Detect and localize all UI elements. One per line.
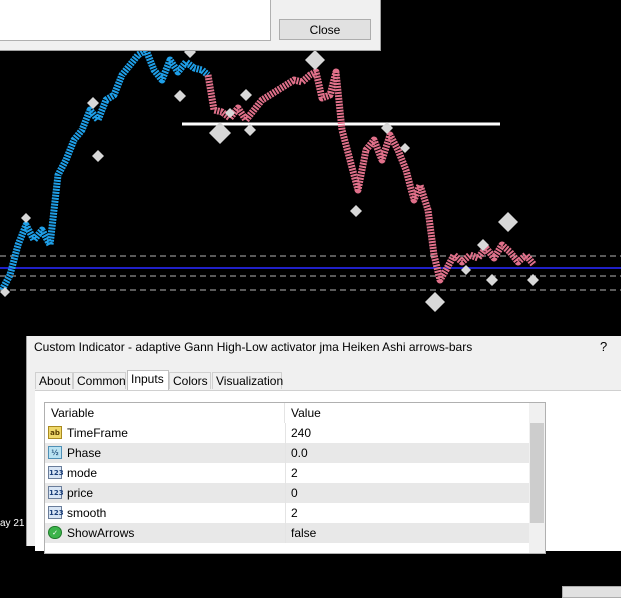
grid-scrollbar[interactable] [529,403,545,553]
arrow-marker-icon [244,124,256,136]
arrow-marker-icon [461,265,471,275]
parameter-name: price [67,486,94,500]
tab-visualization[interactable]: Visualization [212,372,283,389]
column-header-variable[interactable]: Variable [45,403,285,423]
inputs-grid: Variable Value ab TimeFrame 240 ½ Phase 0.0 12… [44,402,546,554]
parameter-row[interactable]: ½ Phase 0.0 [45,443,530,463]
help-button[interactable]: ? [600,339,607,354]
side-button[interactable] [562,586,621,598]
parameter-name: mode [67,466,98,480]
integer-type-icon: 123 [48,486,64,499]
date-axis-label: ay 21 [0,518,27,529]
arrow-marker-icon [527,274,539,286]
column-separator [285,503,286,523]
column-header-value[interactable]: Value [285,403,545,423]
arrow-marker-icon [400,143,410,153]
inputs-panel: Variable Value ab TimeFrame 240 ½ Phase 0.0 12… [35,390,621,598]
arrow-marker-icon [174,90,186,102]
top-dialog: Close [0,0,381,51]
tab-inputs[interactable]: Inputs [127,370,169,390]
custom-indicator-dialog: Custom Indicator - adaptive Gann High-Lo… [26,336,621,598]
arrow-marker-icon [425,292,445,312]
parameter-row[interactable]: 123 mode 2 [45,463,530,483]
integer-type-icon: 123 [48,466,64,479]
parameter-row[interactable]: 123 price 0 [45,483,530,503]
parameter-row[interactable]: 123 smooth 2 [45,503,530,523]
parameter-name: smooth [67,506,107,520]
scrollbar-thumb[interactable] [530,423,544,523]
tab-about[interactable]: About [35,372,73,389]
parameter-name: ShowArrows [67,526,135,540]
parameter-name: Phase [67,446,102,460]
column-separator [285,523,286,543]
parameter-value[interactable]: false [291,523,316,543]
tab-common[interactable]: Common [73,372,126,389]
parameter-value[interactable]: 2 [291,503,298,523]
column-separator [285,423,286,443]
column-separator [285,443,286,463]
parameter-row[interactable]: ab TimeFrame 240 [45,423,530,443]
arrow-marker-icon [92,150,104,162]
arrow-marker-icon [498,212,518,232]
arrow-marker-icon [240,89,252,101]
double-type-icon: ½ [48,446,62,459]
arrow-marker-icon [21,213,31,223]
grid-header: Variable Value [45,403,545,423]
bool-type-icon: ✓ [48,526,62,539]
integer-type-icon: 123 [48,506,64,519]
parameter-value[interactable]: 0.0 [291,443,308,463]
string-type-icon: ab [48,426,62,439]
parameter-value[interactable]: 0 [291,483,298,503]
dialog-title: Custom Indicator - adaptive Gann High-Lo… [34,340,473,354]
parameter-name: TimeFrame [67,426,128,440]
parameter-value[interactable]: 240 [291,423,311,443]
arrow-marker-icon [486,274,498,286]
column-separator [285,463,286,483]
tab-colors[interactable]: Colors [169,372,211,389]
column-separator [285,483,286,503]
uptrend-bars [0,46,211,292]
close-button[interactable]: Close [279,19,371,40]
top-dialog-content [0,0,271,41]
arrow-marker-icon [350,205,362,217]
arrow-marker-icon [305,50,325,70]
parameter-value[interactable]: 2 [291,463,298,483]
parameter-row[interactable]: ✓ ShowArrows false [45,523,530,543]
